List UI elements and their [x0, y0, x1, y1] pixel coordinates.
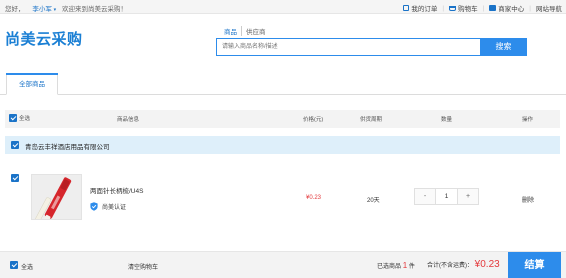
- search-type-tabs: 商品 供应商: [220, 26, 270, 36]
- comb-image: [32, 175, 81, 219]
- delete-item-link[interactable]: 删除: [522, 195, 534, 204]
- certification-label: 尚美认证: [102, 205, 127, 211]
- item-price: ¥0.23: [306, 195, 322, 201]
- item-checkbox[interactable]: [11, 174, 19, 182]
- shield-check-icon: [90, 202, 98, 211]
- search-tab-products[interactable]: 商品: [220, 26, 242, 36]
- total-price: 合计(不含运费)： ¥0.23: [427, 259, 500, 270]
- tab-divider: [0, 94, 566, 95]
- store-checkbox[interactable]: [11, 141, 19, 149]
- tab-all-products[interactable]: 全部商品: [6, 73, 58, 95]
- clear-cart-link[interactable]: 清空购物车: [128, 262, 158, 271]
- column-supply-period: 供货周期: [360, 117, 383, 123]
- select-all-label: 全选: [19, 116, 31, 122]
- top-links: 我的订单 | 购物车 | 商家中心 | 网站导航: [403, 3, 562, 13]
- selected-count-value: 1: [402, 261, 408, 270]
- merchant-center-label: 商家中心: [498, 6, 525, 13]
- search-button[interactable]: 搜索: [480, 38, 527, 56]
- cart-label: 购物车: [458, 6, 478, 13]
- divider: |: [482, 4, 485, 12]
- top-bar: 您好， 李小军 ▾ 欢迎来到尚美云采购！ 我的订单 | 购物车 | 商家中心 |…: [0, 0, 566, 14]
- column-quantity: 数量: [441, 117, 453, 123]
- footer-select-all-checkbox[interactable]: [10, 261, 18, 269]
- cart-table-header: 全选 商品信息 价格(元) 供货周期 数量 操作: [5, 110, 560, 128]
- certification-badge: 尚美认证: [90, 202, 126, 211]
- greeting-text: 您好，: [5, 6, 25, 13]
- column-product-info: 商品信息: [117, 117, 140, 123]
- selected-count: 已选商品 1 件: [377, 261, 415, 270]
- quantity-increase-button[interactable]: +: [458, 189, 478, 204]
- total-label: 合计(不含运费)：: [427, 263, 473, 269]
- product-title[interactable]: 两面针长柄梳/U4S: [90, 185, 143, 195]
- my-orders-label: 我的订单: [411, 6, 438, 13]
- cart-icon: [449, 5, 457, 11]
- order-icon: [403, 5, 410, 11]
- store-name[interactable]: 青岛云丰祥酒店用品有限公司: [25, 141, 110, 151]
- site-nav-label: 网站导航: [536, 6, 562, 13]
- search-tab-suppliers[interactable]: 供应商: [242, 26, 270, 36]
- select-all-header[interactable]: 全选: [9, 114, 30, 122]
- product-thumbnail[interactable]: [31, 174, 82, 220]
- chevron-down-icon[interactable]: ▾: [54, 7, 57, 13]
- search-box: [216, 38, 480, 56]
- site-logo[interactable]: 尚美云采购: [5, 28, 83, 49]
- checkout-button[interactable]: 结算: [508, 252, 561, 278]
- quantity-decrease-button[interactable]: -: [415, 189, 435, 204]
- selected-prefix: 已选商品: [377, 264, 402, 270]
- checkbox-checked-icon[interactable]: [9, 114, 17, 122]
- total-amount: ¥0.23: [474, 259, 500, 270]
- cart-footer-bar: 全选 清空购物车 已选商品 1 件 合计(不含运费)： ¥0.23 结算: [0, 251, 566, 278]
- divider: |: [529, 4, 531, 12]
- selected-suffix: 件: [408, 264, 415, 270]
- user-greeting: 您好， 李小军 ▾ 欢迎来到尚美云采购！: [5, 3, 127, 13]
- welcome-text: 欢迎来到尚美云采购！: [61, 6, 127, 13]
- cart-link[interactable]: 购物车: [449, 3, 478, 13]
- store-icon: [489, 5, 497, 11]
- user-name-link[interactable]: 李小军: [32, 6, 52, 13]
- column-price: 价格(元): [303, 117, 324, 123]
- column-action: 操作: [522, 117, 534, 123]
- store-group-header: 青岛云丰祥酒店用品有限公司: [5, 136, 560, 154]
- item-supply-period: 20天: [367, 198, 380, 204]
- quantity-input[interactable]: 1: [435, 189, 458, 204]
- quantity-stepper: - 1 +: [414, 188, 479, 205]
- footer-select-all-label[interactable]: 全选: [21, 262, 33, 271]
- search-input[interactable]: [217, 39, 480, 55]
- cart-item-row: 两面针长柄梳/U4S 尚美认证 ¥0.23 20天 - 1 + 删除: [5, 165, 560, 228]
- my-orders-link[interactable]: 我的订单: [403, 3, 437, 13]
- divider: |: [442, 4, 445, 12]
- site-nav-link[interactable]: 网站导航: [536, 3, 562, 13]
- merchant-center-link[interactable]: 商家中心: [489, 3, 524, 13]
